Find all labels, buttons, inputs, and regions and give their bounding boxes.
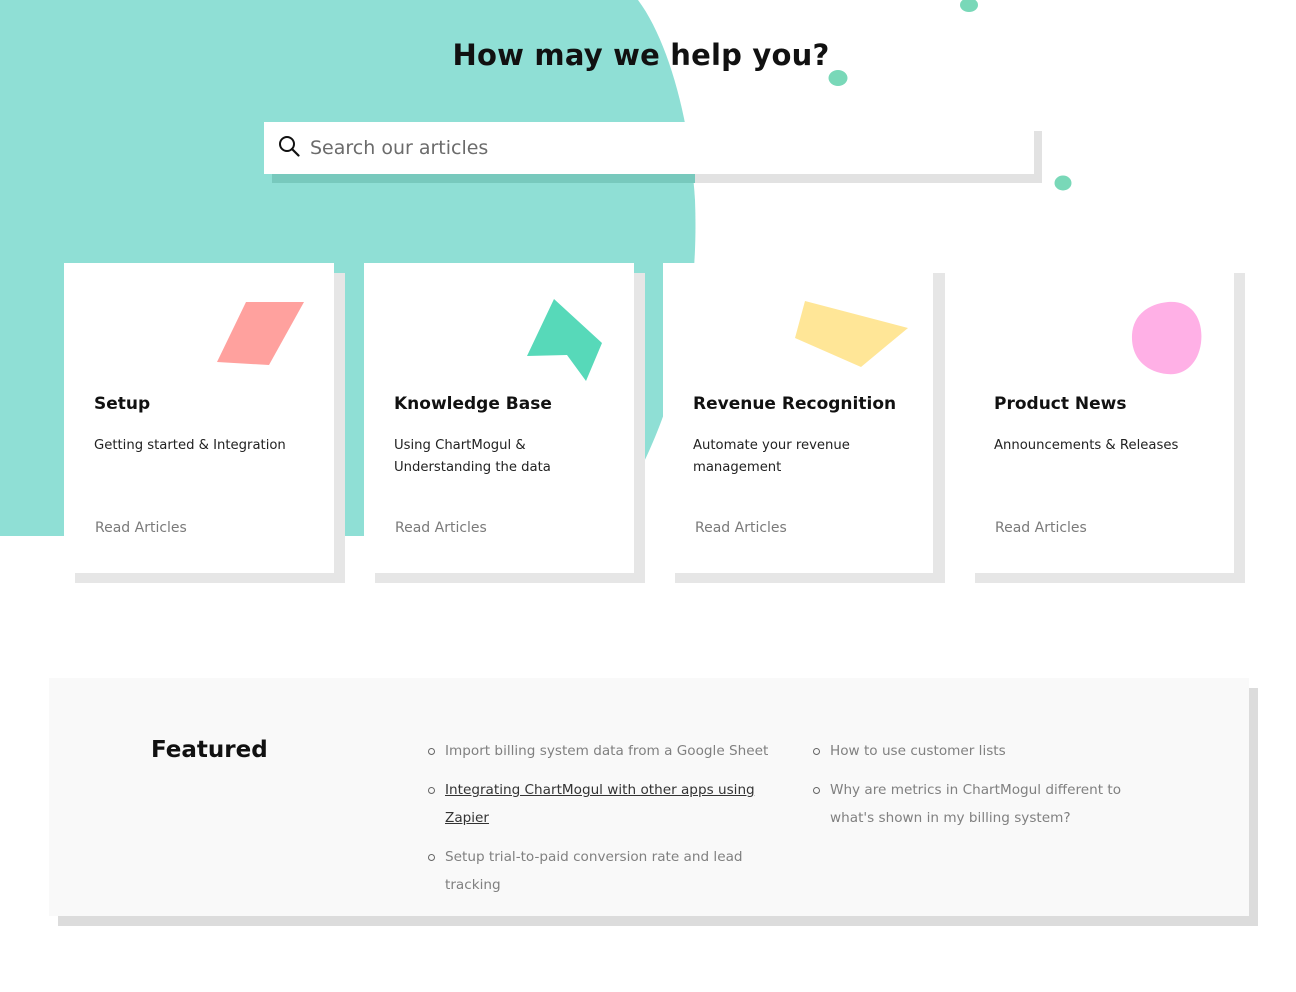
read-articles-link[interactable]: Read Articles: [695, 520, 787, 536]
card-title: Product News: [994, 394, 1127, 414]
blob-icon: [1131, 301, 1202, 375]
featured-list-left: Import billing system data from a Google…: [427, 737, 797, 899]
parallelogram-icon: [217, 302, 304, 365]
featured-article-link[interactable]: Integrating ChartMogul with other apps u…: [445, 782, 755, 826]
read-articles-link[interactable]: Read Articles: [995, 520, 1087, 536]
featured-article-link[interactable]: How to use customer lists: [830, 743, 1006, 759]
category-card-setup[interactable]: Setup Getting started & Integration Read…: [64, 263, 334, 573]
decorative-dot-3: [1054, 175, 1072, 191]
list-item: Setup trial-to-paid conversion rate and …: [427, 843, 797, 899]
card-description: Using ChartMogul & Understanding the dat…: [394, 438, 551, 475]
search-bar[interactable]: [264, 122, 1034, 174]
read-articles-link[interactable]: Read Articles: [95, 520, 187, 536]
category-card-revenue-recognition[interactable]: Revenue Recognition Automate your revenu…: [663, 263, 933, 573]
list-item: Integrating ChartMogul with other apps u…: [427, 776, 797, 832]
search-input[interactable]: [310, 128, 1010, 168]
card-description: Automate your revenue management: [693, 438, 850, 475]
list-item: How to use customer lists: [812, 737, 1162, 765]
read-articles-link[interactable]: Read Articles: [395, 520, 487, 536]
decorative-dot-2: [828, 70, 848, 86]
page-title: How may we help you?: [452, 38, 830, 72]
featured-list-right: How to use customer lists Why are metric…: [812, 737, 1162, 832]
featured-section: Featured Import billing system data from…: [49, 678, 1249, 916]
category-card-product-news[interactable]: Product News Announcements & Releases Re…: [964, 263, 1234, 573]
arrow-shape-icon: [527, 299, 602, 381]
card-title: Revenue Recognition: [693, 394, 897, 414]
help-center-page: How may we help you? Setup Getting start…: [0, 0, 1296, 992]
featured-title: Featured: [151, 737, 268, 763]
quadrilateral-icon: [795, 301, 908, 367]
decorative-dot-1: [960, 0, 978, 12]
featured-article-link[interactable]: Setup trial-to-paid conversion rate and …: [445, 849, 743, 893]
list-item: Import billing system data from a Google…: [427, 737, 797, 765]
card-description: Getting started & Integration: [94, 438, 286, 453]
featured-article-link[interactable]: Import billing system data from a Google…: [445, 743, 768, 759]
card-description: Announcements & Releases: [994, 438, 1179, 453]
list-item: Why are metrics in ChartMogul different …: [812, 776, 1162, 832]
card-title: Setup: [94, 394, 151, 414]
category-card-knowledge-base[interactable]: Knowledge Base Using ChartMogul & Unders…: [364, 263, 634, 573]
featured-article-link[interactable]: Why are metrics in ChartMogul different …: [830, 782, 1121, 826]
card-title: Knowledge Base: [394, 394, 552, 414]
search-icon: [278, 135, 300, 161]
